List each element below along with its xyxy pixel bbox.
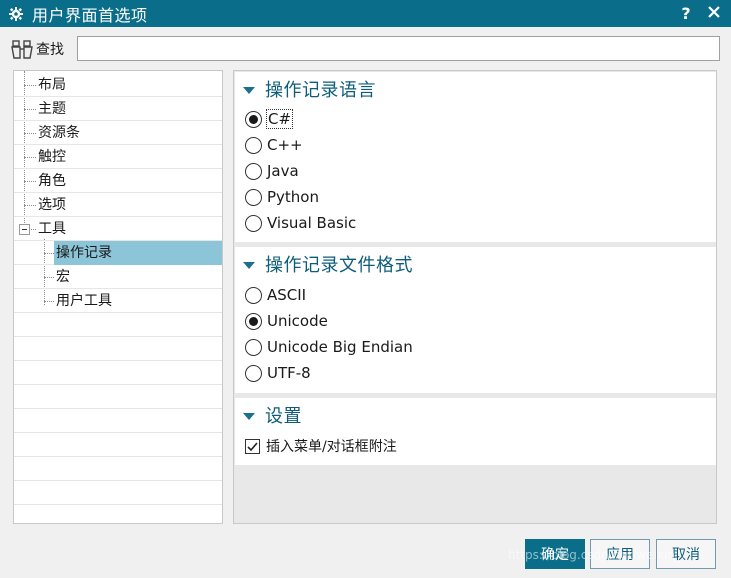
section-journal-file-format: 操作记录文件格式 ASCII Unicode Unicode Big Endia… — [235, 247, 716, 393]
tree-connector — [24, 205, 36, 206]
tree-connector — [24, 157, 36, 158]
tree-connector — [44, 301, 54, 302]
tree-empty-row — [14, 385, 222, 409]
tree-empty-row — [14, 433, 222, 457]
checkbox-label: 插入菜单/对话框附注 — [266, 439, 397, 455]
tree-item-options[interactable]: 选项 — [14, 193, 222, 217]
radio-button[interactable] — [245, 110, 262, 128]
tree-item-label: 操作记录 — [54, 241, 222, 265]
tree-item-touch[interactable]: 触控 — [14, 145, 222, 169]
tree-item-layout[interactable]: 布局 — [14, 73, 222, 97]
tree-empty-row — [14, 313, 222, 337]
tree-item-label: 角色 — [38, 173, 66, 189]
radio-label: C# — [265, 109, 294, 129]
tree-connector — [24, 109, 36, 110]
search-input[interactable] — [77, 36, 720, 61]
section-title: 操作记录语言 — [265, 80, 376, 101]
title-bar: 用户界面首选项 ? — [0, 0, 731, 27]
section-settings: 设置 插入菜单/对话框附注 — [235, 398, 716, 465]
radio-label: ASCII — [267, 286, 307, 304]
settings-panel: 操作记录语言 C# C++ Java Python Visual Basic 操… — [233, 70, 717, 524]
radio-button[interactable] — [245, 338, 262, 356]
tree-item-label: 用户工具 — [56, 293, 112, 309]
tree-item-macro[interactable]: 宏 — [14, 265, 222, 289]
section-header[interactable]: 操作记录文件格式 — [243, 251, 413, 277]
radio-csharp[interactable]: C# — [245, 107, 294, 131]
tree-empty-row — [14, 409, 222, 433]
radio-python[interactable]: Python — [245, 185, 319, 209]
radio-label: Visual Basic — [267, 214, 357, 232]
find-row: 查找 — [10, 36, 64, 62]
collapse-triangle-icon — [243, 86, 255, 94]
tree-connector — [44, 277, 54, 278]
collapse-triangle-icon — [243, 412, 255, 420]
radio-unicode[interactable]: Unicode — [245, 309, 328, 333]
tree-item-resource-bar[interactable]: 资源条 — [14, 121, 222, 145]
radio-ascii[interactable]: ASCII — [245, 283, 306, 307]
window-title: 用户界面首选项 — [32, 5, 148, 25]
radio-visual-basic[interactable]: Visual Basic — [245, 211, 356, 235]
radio-java[interactable]: Java — [245, 159, 299, 183]
radio-utf8[interactable]: UTF-8 — [245, 361, 311, 385]
radio-label: Python — [267, 188, 319, 206]
close-icon[interactable] — [707, 5, 723, 21]
find-label: 查找 — [36, 42, 64, 58]
section-title: 设置 — [265, 406, 302, 427]
gear-icon — [8, 6, 24, 22]
radio-button[interactable] — [245, 162, 262, 180]
radio-button[interactable] — [245, 136, 262, 154]
tree-item-label: 主题 — [38, 101, 66, 117]
tree-empty-row — [14, 457, 222, 481]
collapse-icon[interactable] — [19, 224, 30, 235]
tree-empty-row — [14, 481, 222, 505]
tree-item-role[interactable]: 角色 — [14, 169, 222, 193]
radio-label: Unicode Big Endian — [267, 338, 413, 356]
insert-menu-notes-checkbox-row[interactable]: 插入菜单/对话框附注 — [245, 434, 397, 458]
tree-item-label: 资源条 — [38, 125, 80, 141]
checkbox[interactable] — [245, 438, 260, 454]
tree-item-tools[interactable]: 工具 — [14, 217, 222, 241]
tree-item-journal[interactable]: 操作记录 — [14, 241, 222, 265]
section-header[interactable]: 设置 — [243, 402, 302, 428]
help-button[interactable]: ? — [677, 4, 695, 23]
collapse-triangle-icon — [243, 261, 255, 269]
ok-button[interactable]: 确定 — [525, 539, 585, 569]
tree-item-label: 布局 — [38, 77, 66, 93]
tree-empty-row — [14, 361, 222, 385]
category-tree[interactable]: 布局 主题 资源条 触控 角色 选项 工具 操作记录 宏 用户工具 — [13, 70, 223, 524]
radio-button[interactable] — [245, 312, 262, 330]
section-header[interactable]: 操作记录语言 — [243, 76, 376, 102]
apply-button[interactable]: 应用 — [590, 539, 650, 569]
checkmark-icon — [247, 441, 258, 451]
radio-button[interactable] — [245, 188, 262, 206]
radio-button[interactable] — [245, 364, 262, 382]
section-title: 操作记录文件格式 — [265, 255, 413, 276]
tree-item-label: 触控 — [38, 149, 66, 165]
radio-label: Java — [267, 162, 299, 180]
tree-connector — [24, 133, 36, 134]
tree-empty-row — [14, 337, 222, 361]
radio-button[interactable] — [245, 214, 262, 232]
radio-unicode-big-endian[interactable]: Unicode Big Endian — [245, 335, 413, 359]
radio-cpp[interactable]: C++ — [245, 133, 303, 157]
radio-label: Unicode — [267, 312, 328, 330]
tree-connector — [44, 253, 54, 254]
radio-label: UTF-8 — [267, 364, 311, 382]
section-journal-language: 操作记录语言 C# C++ Java Python Visual Basic — [235, 72, 716, 242]
binoculars-icon — [10, 38, 34, 60]
tree-item-label: 工具 — [38, 221, 66, 237]
tree-connector — [24, 181, 36, 182]
tree-connector — [24, 85, 36, 86]
radio-label: C++ — [267, 136, 303, 154]
radio-button[interactable] — [245, 286, 262, 304]
tree-item-label: 宏 — [56, 269, 70, 285]
cancel-button[interactable]: 取消 — [656, 539, 716, 569]
tree-item-label: 选项 — [38, 197, 66, 213]
tree-item-user-tools[interactable]: 用户工具 — [14, 289, 222, 313]
tree-item-theme[interactable]: 主题 — [14, 97, 222, 121]
